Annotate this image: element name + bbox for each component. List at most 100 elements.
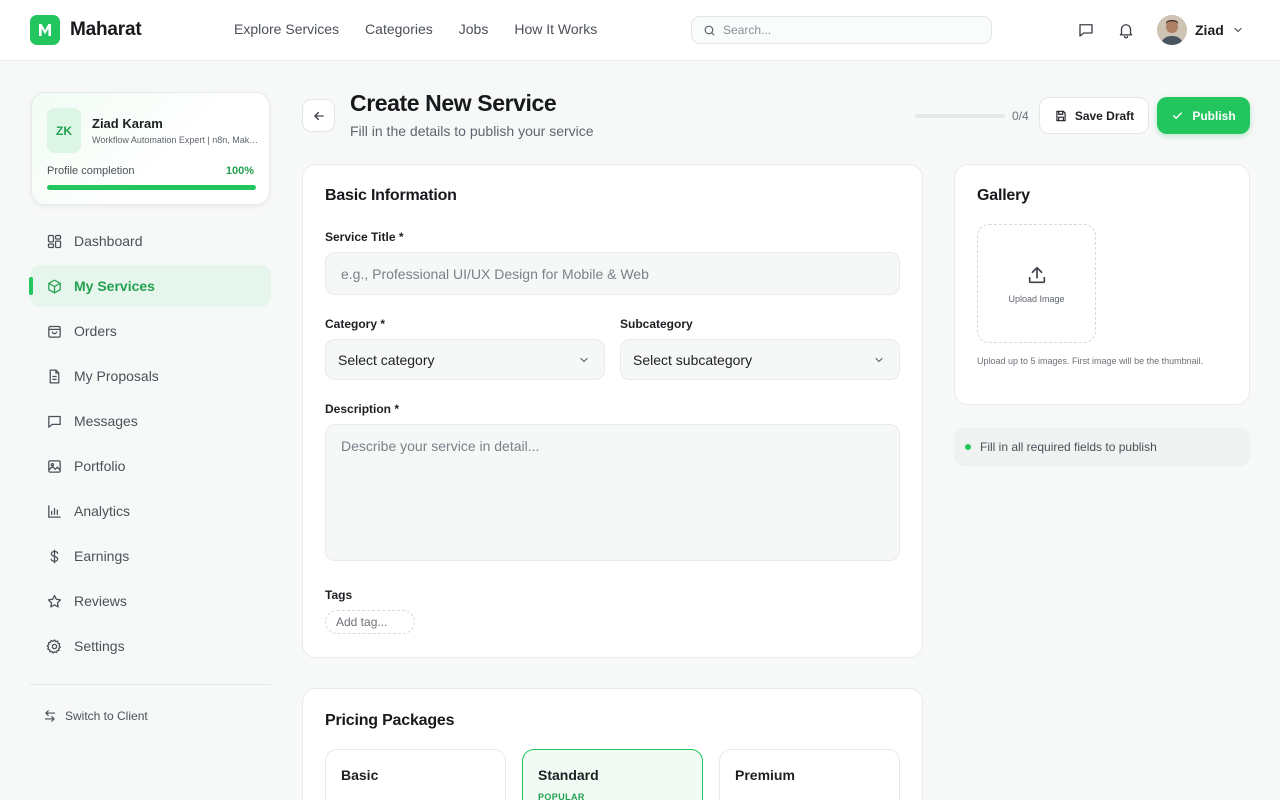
page-title: Create New Service: [350, 90, 557, 116]
sidebar-item-label: Messages: [74, 413, 138, 429]
search-bar[interactable]: [691, 16, 992, 44]
sidebar-item-label: My Services: [74, 278, 155, 294]
search-input[interactable]: [723, 23, 963, 37]
sidebar-item-my-services[interactable]: My Services: [29, 265, 271, 307]
sidebar-item-reviews[interactable]: Reviews: [30, 580, 271, 622]
logo-mark-icon: [30, 15, 60, 45]
publish-hint: Fill in all required fields to publish: [954, 428, 1250, 466]
form-progress-text: 0/4: [1012, 109, 1029, 123]
subcategory-select[interactable]: Select subcategory: [620, 339, 900, 380]
package-name: Basic: [341, 767, 379, 783]
switch-to-client-button[interactable]: Switch to Client: [43, 709, 148, 723]
profile-name: Ziad Karam: [92, 116, 163, 131]
profile-completion-value: 100%: [225, 165, 254, 177]
sidebar-item-earnings[interactable]: Earnings: [30, 535, 271, 577]
switch-to-client-label: Switch to Client: [65, 709, 148, 723]
avatar: [1157, 15, 1187, 45]
user-name: Ziad: [1195, 22, 1224, 38]
status-dot: [965, 444, 971, 450]
package-icon: [46, 278, 63, 295]
profile-completion-label: Profile completion: [47, 165, 135, 177]
sidebar-item-label: Settings: [74, 638, 125, 654]
sidebar-item-analytics[interactable]: Analytics: [30, 490, 271, 532]
image-icon: [46, 458, 63, 475]
nav-explore-services[interactable]: Explore Services: [234, 21, 339, 37]
top-navigation-bar: Maharat Explore Services Categories Jobs…: [0, 0, 1280, 61]
profile-initials: ZK: [47, 108, 81, 153]
gallery-note: Upload up to 5 images. First image will …: [977, 356, 1204, 366]
package-premium[interactable]: Premium: [719, 749, 900, 800]
chat-icon: [1077, 21, 1095, 39]
brand-logo[interactable]: Maharat: [30, 15, 142, 45]
nav-jobs[interactable]: Jobs: [459, 21, 489, 37]
description-field[interactable]: [325, 424, 900, 561]
nav-categories[interactable]: Categories: [365, 21, 433, 37]
sidebar-item-label: Earnings: [74, 548, 130, 564]
category-label: Category *: [325, 317, 386, 331]
gallery-title: Gallery: [977, 187, 1030, 204]
upload-icon: [1026, 264, 1048, 286]
bell-icon: [1117, 21, 1135, 39]
dollar-icon: [46, 548, 63, 565]
swap-arrows-icon: [43, 709, 57, 723]
notifications-button[interactable]: [1116, 20, 1136, 40]
sidebar-divider: [30, 684, 271, 685]
upload-image-button[interactable]: Upload Image: [977, 224, 1096, 343]
add-tag-input[interactable]: Add tag...: [325, 610, 415, 634]
arrow-left-icon: [312, 109, 326, 123]
category-select-value: Select category: [338, 351, 435, 368]
user-menu[interactable]: Ziad: [1157, 15, 1244, 45]
description-label: Description *: [325, 402, 400, 416]
publish-hint-text: Fill in all required fields to publish: [980, 440, 1157, 454]
brand-name: Maharat: [70, 19, 142, 40]
file-text-icon: [46, 368, 63, 385]
sidebar-item-portfolio[interactable]: Portfolio: [30, 445, 271, 487]
profile-title: Workflow Automation Expert | n8n, Make, …: [92, 135, 260, 145]
sidebar-item-my-proposals[interactable]: My Proposals: [30, 355, 271, 397]
sidebar-item-label: Orders: [74, 323, 117, 339]
sidebar-item-settings[interactable]: Settings: [30, 625, 271, 667]
star-icon: [46, 593, 63, 610]
profile-card[interactable]: ZK Ziad Karam Workflow Automation Expert…: [31, 92, 270, 205]
message-icon: [46, 413, 63, 430]
check-icon: [1171, 109, 1184, 122]
sidebar-item-orders[interactable]: Orders: [30, 310, 271, 352]
main-nav: Explore Services Categories Jobs How It …: [234, 21, 597, 37]
category-select[interactable]: Select category: [325, 339, 605, 380]
tags-label: Tags: [325, 588, 353, 602]
shopping-bag-icon: [46, 323, 63, 340]
service-title-field[interactable]: [325, 252, 900, 295]
sidebar-nav: Dashboard My Services Orders My Proposal…: [29, 220, 271, 670]
package-basic[interactable]: Basic: [325, 749, 506, 800]
popular-badge: POPULAR: [538, 792, 585, 800]
save-icon: [1054, 109, 1068, 123]
pricing-packages-title: Pricing Packages: [325, 712, 455, 729]
upload-image-label: Upload Image: [1008, 293, 1065, 304]
gear-icon: [46, 638, 63, 655]
messages-button[interactable]: [1076, 20, 1096, 40]
search-icon: [703, 24, 716, 37]
sidebar-item-label: Reviews: [74, 593, 127, 609]
package-name: Standard: [538, 767, 599, 783]
sidebar-item-dashboard[interactable]: Dashboard: [30, 220, 271, 262]
dashboard-icon: [46, 233, 63, 250]
publish-label: Publish: [1192, 108, 1236, 123]
description-textarea[interactable]: [326, 425, 899, 560]
service-title-label: Service Title *: [325, 230, 404, 244]
profile-completion-bar: [47, 185, 256, 190]
nav-how-it-works[interactable]: How It Works: [514, 21, 597, 37]
sidebar-item-label: Portfolio: [74, 458, 126, 474]
save-draft-button[interactable]: Save Draft: [1039, 97, 1149, 134]
sidebar-item-messages[interactable]: Messages: [30, 400, 271, 442]
bar-chart-icon: [46, 503, 63, 520]
subcategory-select-value: Select subcategory: [633, 351, 753, 368]
chevron-down-icon: [578, 354, 590, 366]
package-standard[interactable]: Standard POPULAR: [522, 749, 703, 800]
profile-completion-fill: [47, 185, 256, 190]
page-subtitle: Fill in the details to publish your serv…: [350, 123, 594, 139]
service-title-input[interactable]: [326, 253, 899, 294]
back-button[interactable]: [302, 99, 335, 132]
publish-button[interactable]: Publish: [1157, 97, 1250, 134]
chevron-down-icon: [873, 354, 885, 366]
package-name: Premium: [735, 767, 795, 783]
